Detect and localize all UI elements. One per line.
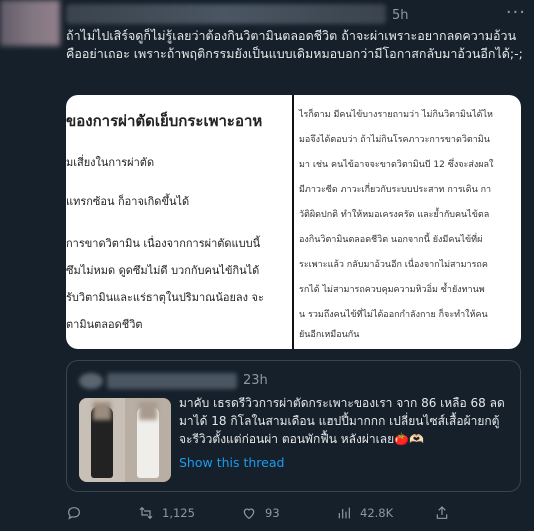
tweet-time[interactable]: 5h [392,8,409,23]
quoted-author-avatar [79,373,103,389]
tweet-text: ถ้าไม่ไปเสิร์จดูก็ไม่รู้เลยว่าต้องกินวิต… [66,28,523,61]
image-left-line: รับวิตามินและแร่ธาตุในปริมาณน้อยลง จะ [66,291,264,304]
quoted-time: 23h [243,373,268,388]
thumbnail-after [125,398,171,482]
quoted-thumbnail[interactable] [79,398,171,482]
tweet-actions: 1,125 93 42.8K [66,505,534,527]
heart-icon [243,508,255,520]
image-left-title: ของการผ่าตัดเย็บกระเพาะอาห [66,112,263,130]
image-left-line: ตามินตลอดชีวิต [66,318,143,331]
retweet-button[interactable]: 1,125 [138,505,195,521]
image-right-line: มอจึงได้ตอบว่า ถ้าไม่กินโรคภาวะการขาดวิต… [299,135,490,145]
like-button[interactable]: 93 [241,505,280,521]
image-left-line: มเสี่ยงในการผ่าตัด [66,156,155,169]
like-count: 93 [265,506,280,520]
more-dots-icon[interactable]: ··· [506,2,526,23]
show-thread-link[interactable]: Show this thread [179,455,284,470]
image-right-line: มีภาวะซีด ภาวะเกี่ยวกับระบบประสาท การเดิ… [299,185,492,195]
image-right-line: องกินวิตามินตลอดชีวิต นอกจากนี้ ยังมีคนไ… [299,235,483,245]
views-button[interactable]: 42.8K [336,505,393,521]
image-left-line: แทรกซ้อน ก็อาจเกิดขึ้นได้ [66,195,190,208]
retweet-count: 1,125 [162,506,195,520]
image-right-line: ระเพาะแล้ว กลับมาอ้วนอีก เนื่องจากไม่สาม… [299,260,488,270]
image-right-line: ยันอีกเหมือนกัน [299,330,360,340]
reply-icon [68,507,80,520]
author-avatar[interactable] [0,0,60,46]
image-right-line: รกได้ ไม่สามารถควบคุมความหิวอิ่ม ซ้ำยังท… [299,285,485,295]
tweet-image[interactable]: ของการผ่าตัดเย็บกระเพาะอาห มเสี่ยงในการผ… [66,95,521,349]
share-button[interactable] [434,505,450,521]
author-name[interactable] [66,4,386,24]
image-right-line: ไรก็ตาม มีคนไข้บางรายถามว่า ไม่กินวิตามิ… [299,110,493,120]
image-left-line: ซึมไม่หมด ดูดซึมไม่ดี บวกกับคนไข้กินได้ [66,264,260,277]
image-right-line: น รวมถึงคนไข้ที่ไม่ได้ออกกำลังกาย ก็จะทำ… [299,310,488,320]
quoted-tweet[interactable]: 23h มาคับ เธรดรีวิวการผ่าตัดกระเพาะของเร… [66,360,521,492]
image-left-panel: ของการผ่าตัดเย็บกระเพาะอาห มเสี่ยงในการผ… [66,95,293,349]
blurred-face [93,402,111,420]
thumbnail-before [79,398,125,482]
views-bar-icon [338,507,350,519]
reply-button[interactable] [66,505,90,521]
retweet-icon [139,506,153,520]
quoted-author-name [107,373,237,389]
image-left-line: การขาดวิตามิน เนื่องจากการผ่าตัดแบบนี้ [66,237,261,250]
quoted-text: มาคับ เธรดรีวิวการผ่าตัดกระเพาะของเรา จา… [179,396,505,446]
image-right-line: มา เช่น คนไข้อาจจะขาดวิตามินบี 12 ซึ่งจะ… [299,160,494,170]
views-count: 42.8K [360,506,394,520]
image-right-line: วัติผิดปกติ ทำให้หมอเครงครัด และย้ำกับคน… [299,210,490,220]
share-icon [436,506,448,519]
image-right-panel: ไรก็ตาม มีคนไข้บางรายถามว่า ไม่กินวิตามิ… [293,95,521,349]
blurred-face [139,402,157,420]
